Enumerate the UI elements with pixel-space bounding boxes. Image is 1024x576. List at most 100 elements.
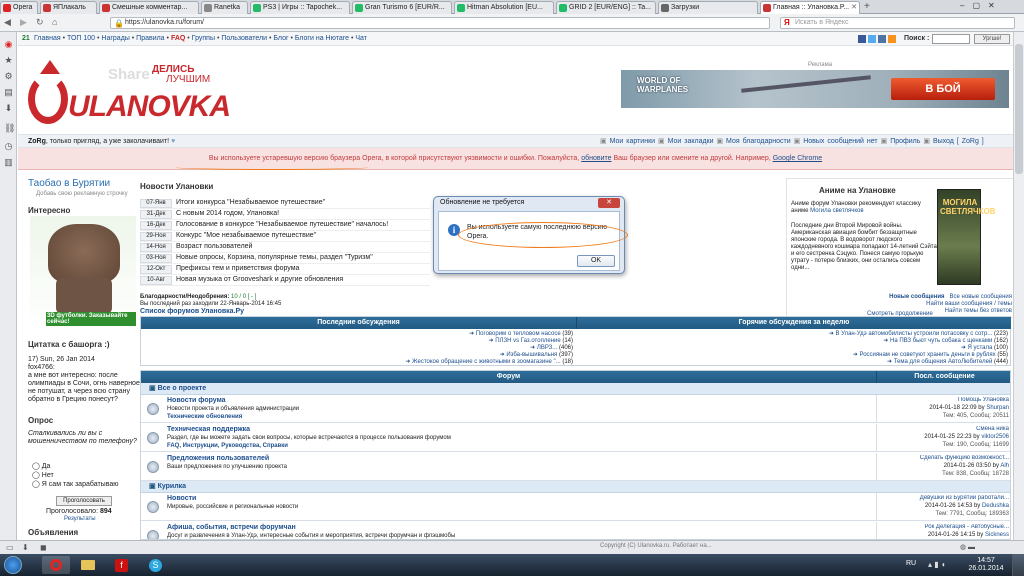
download-status-icon[interactable]: ⬇ bbox=[22, 543, 29, 552]
last-post-user[interactable]: Sickness bbox=[985, 532, 1009, 538]
link-new-messages[interactable]: Новых сообщений нет bbox=[803, 138, 877, 145]
tray-icons[interactable]: ▴ ▮ ◖ bbox=[928, 560, 946, 569]
dialog-ok-button[interactable]: OK bbox=[577, 255, 615, 267]
update-link[interactable]: обновите bbox=[581, 155, 611, 162]
chrome-link[interactable]: Google Chrome bbox=[773, 155, 822, 162]
hippo-ad[interactable]: 3D футболки. Заказывайте сейчас! bbox=[30, 216, 136, 328]
nav-rules[interactable]: Правила bbox=[136, 35, 164, 42]
panel-toggle-icon[interactable]: ▭ bbox=[6, 543, 14, 552]
downloads-icon[interactable]: ⬇ bbox=[4, 104, 13, 113]
nav-chat[interactable]: Чат bbox=[355, 35, 367, 42]
close-tab-icon[interactable]: ✕ bbox=[851, 2, 857, 13]
vote-button[interactable]: Проголосовать bbox=[56, 496, 112, 506]
last-post-user[interactable]: Shurpan bbox=[986, 405, 1009, 411]
taskbar-opera[interactable] bbox=[42, 556, 70, 574]
nav-users[interactable]: Пользователи bbox=[221, 35, 267, 42]
forum-title-link[interactable]: Техническая поддержка bbox=[167, 426, 250, 433]
subforum-link[interactable]: Технические обновления bbox=[167, 414, 242, 420]
nav-top100[interactable]: ТОП 100 bbox=[67, 35, 95, 42]
site-search-input[interactable] bbox=[932, 34, 970, 44]
tab-gran-turismo[interactable]: Gran Turismo 6 [EUR/R... bbox=[352, 1, 452, 14]
news-link[interactable]: Голосование в конкурсе "Незабываемое пут… bbox=[176, 221, 388, 228]
back-icon[interactable]: ◀ bbox=[4, 17, 11, 28]
discussion-link[interactable]: ЛВРЗ... bbox=[537, 345, 557, 351]
nav-faq[interactable]: FAQ bbox=[171, 35, 185, 42]
username[interactable]: ZoRg bbox=[28, 138, 46, 145]
poll-radio-self[interactable]: ◯ bbox=[32, 481, 40, 488]
new-tab-button[interactable]: + bbox=[864, 1, 870, 12]
news-link[interactable]: С новым 2014 годом, Улановка! bbox=[176, 210, 279, 217]
link-icon[interactable]: ⛓ bbox=[4, 124, 15, 133]
speed-dial-icon[interactable]: ◉ bbox=[4, 40, 13, 49]
link-profile[interactable]: Профиль bbox=[890, 138, 920, 145]
site-search-button[interactable]: Ургше! bbox=[974, 34, 1010, 44]
last-post-link[interactable]: Сделать функцию возможност... bbox=[881, 455, 1009, 461]
discussion-link[interactable]: Россиянам не советуют хранить деньги в р… bbox=[859, 352, 995, 358]
tab-grid2[interactable]: GRID 2 [EUR/ENG] :: Ta... bbox=[556, 1, 656, 14]
news-link[interactable]: Новая музыка от Grooveshark и другие обн… bbox=[176, 276, 343, 283]
last-post-user[interactable]: Dedushka bbox=[982, 503, 1009, 509]
tab-opera-menu[interactable]: Opera bbox=[0, 1, 38, 14]
last-post-link[interactable]: Рок Делегация - Автобусные... bbox=[881, 524, 1009, 530]
taskbar-flash[interactable]: f bbox=[110, 556, 134, 574]
show-desktop-button[interactable] bbox=[1012, 554, 1024, 576]
subforum-link[interactable]: FAQ, Инструкции, Руководства, Справки bbox=[167, 443, 288, 449]
discussion-link[interactable]: На ПВЗ бьют чуть собака с щенками bbox=[890, 338, 992, 344]
nav-home[interactable]: Главная bbox=[34, 35, 61, 42]
ad-cta-button[interactable]: В БОЙ bbox=[891, 78, 995, 100]
last-post-link[interactable]: Девушки из Бурятии работали... bbox=[881, 495, 1009, 501]
panel-icon[interactable]: ▥ bbox=[4, 158, 13, 167]
discussion-link[interactable]: Жестокое обращение с животными в зоомага… bbox=[412, 359, 561, 365]
forum-title-link[interactable]: Новости bbox=[167, 495, 196, 502]
social-icons[interactable] bbox=[858, 35, 906, 43]
ql-no-replies[interactable]: Найти темы без ответов bbox=[945, 308, 1012, 314]
clock[interactable]: 14:57 26.01.2014 bbox=[966, 557, 1006, 573]
tab-downloads[interactable]: Загрузки bbox=[658, 1, 758, 14]
dialog-close-icon[interactable]: ✕ bbox=[598, 198, 620, 208]
discussion-link[interactable]: Изба-вышивальня bbox=[506, 352, 557, 358]
settings-icon[interactable]: ⚙ bbox=[4, 72, 13, 81]
last-post-user[interactable]: viktor2506 bbox=[981, 434, 1009, 440]
nav-groups[interactable]: Группы bbox=[192, 35, 215, 42]
facebook-icon[interactable] bbox=[858, 35, 866, 43]
link-my-thanks[interactable]: Моя благодарности bbox=[726, 138, 791, 145]
ql-your-posts[interactable]: Найти ваши сообщения / темы bbox=[926, 301, 1012, 307]
last-post-user[interactable]: Alh bbox=[1000, 463, 1009, 469]
tab-ranetka[interactable]: Ranetka bbox=[201, 1, 248, 14]
taskbar-skype[interactable]: S bbox=[144, 556, 168, 574]
anime-poster[interactable]: МОГИЛА СВЕТЛЯЧКОВ bbox=[937, 189, 995, 285]
anime-link[interactable]: Могила светлячков bbox=[810, 208, 863, 214]
notes-icon[interactable]: ▤ bbox=[4, 88, 13, 97]
forums-list-link[interactable]: Список форумов Улановка.Ру bbox=[140, 308, 244, 315]
ql-new-posts[interactable]: Новые сообщения bbox=[889, 294, 944, 300]
last-post-link[interactable]: Помощь Улановка bbox=[881, 397, 1009, 403]
bookmarks-icon[interactable]: ★ bbox=[4, 56, 13, 65]
news-link[interactable]: Новые опросы, Корзина, популярные темы, … bbox=[176, 254, 373, 261]
link-my-bookmarks[interactable]: Мои закладки bbox=[668, 138, 714, 145]
search-field[interactable]: Я Искать в Яндекс bbox=[780, 17, 1015, 29]
reload-icon[interactable]: ↻ bbox=[36, 17, 44, 28]
zoom-icon[interactable]: ◍ ▬ bbox=[960, 543, 975, 551]
poll-radio-no[interactable]: ◯ bbox=[32, 472, 40, 479]
discussion-link[interactable]: Тема для общения АвтоЛюбителей bbox=[894, 359, 993, 365]
link-my-pictures[interactable]: Мои картинки bbox=[610, 138, 655, 145]
taobao-link[interactable]: Таобао в Бурятии bbox=[28, 178, 110, 189]
section-lounge[interactable]: ▣ Курилка bbox=[141, 481, 1010, 493]
url-field[interactable]: 🔒 https://ulanovka.ru/forum/ bbox=[110, 17, 770, 29]
nav-nutag[interactable]: Блоги на Нютаге bbox=[295, 35, 349, 42]
camera-icon[interactable]: ◼ bbox=[40, 543, 47, 552]
tab-hitman[interactable]: Hitman Absolution [EU... bbox=[454, 1, 554, 14]
history-icon[interactable]: ◷ bbox=[4, 142, 13, 151]
start-button-icon[interactable] bbox=[4, 556, 22, 574]
discussion-link[interactable]: Поговорим о тепловом насосе bbox=[476, 331, 561, 337]
news-link[interactable]: Возраст пользователей bbox=[176, 243, 252, 250]
nav-blog[interactable]: Блог bbox=[273, 35, 288, 42]
nav-awards[interactable]: Награды bbox=[101, 35, 129, 42]
tab-ps3[interactable]: PS3 | Игры :: Tapochek... bbox=[250, 1, 350, 14]
link-logout[interactable]: Выход [ ZoRg ] bbox=[933, 138, 984, 145]
tab-ulanovka[interactable]: Главная :: Улановка.Р... ✕ bbox=[760, 1, 860, 15]
language-indicator[interactable]: RU bbox=[906, 560, 916, 567]
section-project[interactable]: ▣ Все о проекте bbox=[141, 383, 1010, 395]
last-post-link[interactable]: Смена ника bbox=[881, 426, 1009, 432]
forward-icon[interactable]: ▶ bbox=[20, 17, 27, 28]
